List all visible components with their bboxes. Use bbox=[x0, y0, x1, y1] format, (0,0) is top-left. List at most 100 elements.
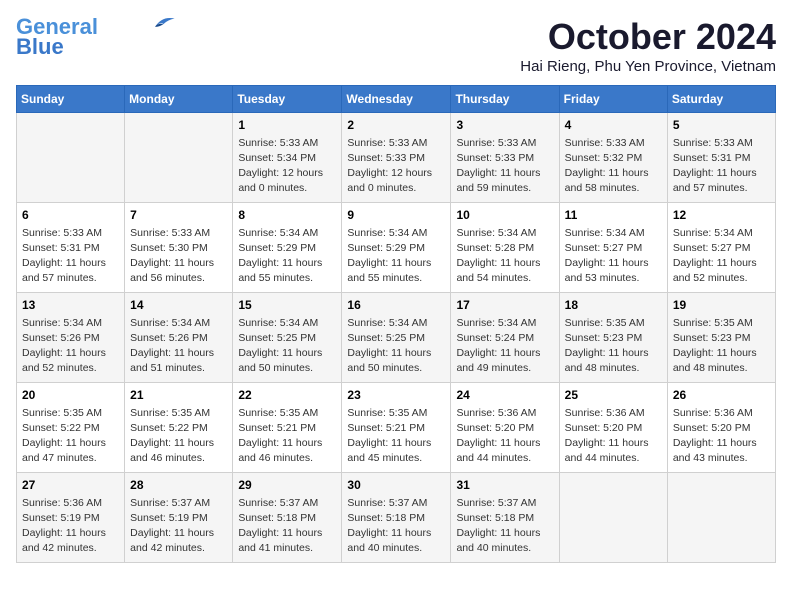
day-info: Sunrise: 5:36 AM Sunset: 5:19 PM Dayligh… bbox=[22, 496, 119, 557]
day-info: Sunrise: 5:34 AM Sunset: 5:28 PM Dayligh… bbox=[456, 226, 553, 287]
day-cell: 4 Sunrise: 5:33 AM Sunset: 5:32 PM Daylig… bbox=[559, 113, 667, 203]
day-number: 7 bbox=[130, 207, 227, 224]
day-info: Sunrise: 5:33 AM Sunset: 5:33 PM Dayligh… bbox=[456, 136, 553, 197]
day-info: Sunrise: 5:34 AM Sunset: 5:26 PM Dayligh… bbox=[22, 316, 119, 377]
logo-bird-icon bbox=[148, 13, 176, 31]
day-cell: 26 Sunrise: 5:36 AM Sunset: 5:20 PM Dayli… bbox=[667, 383, 775, 473]
day-number: 14 bbox=[130, 297, 227, 314]
day-info: Sunrise: 5:36 AM Sunset: 5:20 PM Dayligh… bbox=[456, 406, 553, 467]
calendar-body: 1 Sunrise: 5:33 AM Sunset: 5:34 PM Daylig… bbox=[17, 113, 776, 563]
day-cell: 9 Sunrise: 5:34 AM Sunset: 5:29 PM Daylig… bbox=[342, 203, 451, 293]
day-info: Sunrise: 5:35 AM Sunset: 5:21 PM Dayligh… bbox=[238, 406, 336, 467]
day-info: Sunrise: 5:35 AM Sunset: 5:22 PM Dayligh… bbox=[22, 406, 119, 467]
header-row: SundayMondayTuesdayWednesdayThursdayFrid… bbox=[17, 86, 776, 113]
day-info: Sunrise: 5:34 AM Sunset: 5:27 PM Dayligh… bbox=[673, 226, 770, 287]
location-title: Hai Rieng, Phu Yen Province, Vietnam bbox=[520, 58, 776, 75]
day-number: 21 bbox=[130, 387, 227, 404]
day-info: Sunrise: 5:37 AM Sunset: 5:18 PM Dayligh… bbox=[238, 496, 336, 557]
day-cell bbox=[559, 473, 667, 563]
day-info: Sunrise: 5:34 AM Sunset: 5:25 PM Dayligh… bbox=[238, 316, 336, 377]
day-number: 9 bbox=[347, 207, 445, 224]
day-number: 29 bbox=[238, 477, 336, 494]
header-cell-saturday: Saturday bbox=[667, 86, 775, 113]
logo-blue-text: Blue bbox=[16, 34, 64, 60]
day-number: 3 bbox=[456, 117, 553, 134]
day-cell: 19 Sunrise: 5:35 AM Sunset: 5:23 PM Dayli… bbox=[667, 293, 775, 383]
day-cell: 12 Sunrise: 5:34 AM Sunset: 5:27 PM Dayli… bbox=[667, 203, 775, 293]
header-cell-wednesday: Wednesday bbox=[342, 86, 451, 113]
day-number: 24 bbox=[456, 387, 553, 404]
header-cell-tuesday: Tuesday bbox=[233, 86, 342, 113]
day-info: Sunrise: 5:35 AM Sunset: 5:23 PM Dayligh… bbox=[673, 316, 770, 377]
day-cell bbox=[17, 113, 125, 203]
day-number: 15 bbox=[238, 297, 336, 314]
day-cell: 5 Sunrise: 5:33 AM Sunset: 5:31 PM Daylig… bbox=[667, 113, 775, 203]
day-info: Sunrise: 5:37 AM Sunset: 5:18 PM Dayligh… bbox=[456, 496, 553, 557]
week-row-2: 6 Sunrise: 5:33 AM Sunset: 5:31 PM Daylig… bbox=[17, 203, 776, 293]
day-cell: 28 Sunrise: 5:37 AM Sunset: 5:19 PM Dayli… bbox=[125, 473, 233, 563]
day-number: 4 bbox=[565, 117, 662, 134]
day-number: 22 bbox=[238, 387, 336, 404]
page-header: General Blue October 2024 Hai Rieng, Phu… bbox=[16, 16, 776, 75]
day-cell: 18Sunrise: 5:35 AM Sunset: 5:23 PM Dayli… bbox=[559, 293, 667, 383]
day-info: Sunrise: 5:37 AM Sunset: 5:19 PM Dayligh… bbox=[130, 496, 227, 557]
day-info: Sunrise: 5:35 AM Sunset: 5:21 PM Dayligh… bbox=[347, 406, 445, 467]
week-row-1: 1 Sunrise: 5:33 AM Sunset: 5:34 PM Daylig… bbox=[17, 113, 776, 203]
day-cell: 17 Sunrise: 5:34 AM Sunset: 5:24 PM Dayli… bbox=[451, 293, 559, 383]
day-cell: 20Sunrise: 5:35 AM Sunset: 5:22 PM Dayli… bbox=[17, 383, 125, 473]
day-cell: 16Sunrise: 5:34 AM Sunset: 5:25 PM Dayli… bbox=[342, 293, 451, 383]
day-cell: 29 Sunrise: 5:37 AM Sunset: 5:18 PM Dayli… bbox=[233, 473, 342, 563]
day-info: Sunrise: 5:34 AM Sunset: 5:25 PM Dayligh… bbox=[347, 316, 445, 377]
calendar-header: SundayMondayTuesdayWednesdayThursdayFrid… bbox=[17, 86, 776, 113]
day-info: Sunrise: 5:34 AM Sunset: 5:24 PM Dayligh… bbox=[456, 316, 553, 377]
day-number: 17 bbox=[456, 297, 553, 314]
day-info: Sunrise: 5:34 AM Sunset: 5:29 PM Dayligh… bbox=[238, 226, 336, 287]
header-cell-thursday: Thursday bbox=[451, 86, 559, 113]
week-row-4: 20Sunrise: 5:35 AM Sunset: 5:22 PM Dayli… bbox=[17, 383, 776, 473]
day-number: 5 bbox=[673, 117, 770, 134]
day-number: 18 bbox=[565, 297, 662, 314]
day-cell: 27 Sunrise: 5:36 AM Sunset: 5:19 PM Dayli… bbox=[17, 473, 125, 563]
day-info: Sunrise: 5:33 AM Sunset: 5:31 PM Dayligh… bbox=[673, 136, 770, 197]
day-cell: 7 Sunrise: 5:33 AM Sunset: 5:30 PM Daylig… bbox=[125, 203, 233, 293]
day-cell: 6 Sunrise: 5:33 AM Sunset: 5:31 PM Daylig… bbox=[17, 203, 125, 293]
day-number: 23 bbox=[347, 387, 445, 404]
day-info: Sunrise: 5:33 AM Sunset: 5:32 PM Dayligh… bbox=[565, 136, 662, 197]
day-info: Sunrise: 5:33 AM Sunset: 5:30 PM Dayligh… bbox=[130, 226, 227, 287]
day-number: 2 bbox=[347, 117, 445, 134]
day-cell: 21Sunrise: 5:35 AM Sunset: 5:22 PM Dayli… bbox=[125, 383, 233, 473]
day-number: 1 bbox=[238, 117, 336, 134]
day-info: Sunrise: 5:33 AM Sunset: 5:31 PM Dayligh… bbox=[22, 226, 119, 287]
day-info: Sunrise: 5:36 AM Sunset: 5:20 PM Dayligh… bbox=[673, 406, 770, 467]
day-number: 19 bbox=[673, 297, 770, 314]
day-number: 28 bbox=[130, 477, 227, 494]
title-block: October 2024 Hai Rieng, Phu Yen Province… bbox=[520, 16, 776, 75]
day-number: 27 bbox=[22, 477, 119, 494]
day-number: 8 bbox=[238, 207, 336, 224]
day-number: 13 bbox=[22, 297, 119, 314]
day-info: Sunrise: 5:34 AM Sunset: 5:29 PM Dayligh… bbox=[347, 226, 445, 287]
day-number: 10 bbox=[456, 207, 553, 224]
calendar-table: SundayMondayTuesdayWednesdayThursdayFrid… bbox=[16, 85, 776, 563]
header-cell-monday: Monday bbox=[125, 86, 233, 113]
day-cell: 30Sunrise: 5:37 AM Sunset: 5:18 PM Dayli… bbox=[342, 473, 451, 563]
day-info: Sunrise: 5:36 AM Sunset: 5:20 PM Dayligh… bbox=[565, 406, 662, 467]
day-info: Sunrise: 5:33 AM Sunset: 5:34 PM Dayligh… bbox=[238, 136, 336, 197]
week-row-5: 27 Sunrise: 5:36 AM Sunset: 5:19 PM Dayli… bbox=[17, 473, 776, 563]
day-number: 31 bbox=[456, 477, 553, 494]
day-cell bbox=[667, 473, 775, 563]
day-number: 6 bbox=[22, 207, 119, 224]
day-number: 26 bbox=[673, 387, 770, 404]
day-cell: 11 Sunrise: 5:34 AM Sunset: 5:27 PM Dayli… bbox=[559, 203, 667, 293]
week-row-3: 13 Sunrise: 5:34 AM Sunset: 5:26 PM Dayli… bbox=[17, 293, 776, 383]
day-cell: 13 Sunrise: 5:34 AM Sunset: 5:26 PM Dayli… bbox=[17, 293, 125, 383]
day-cell: 24 Sunrise: 5:36 AM Sunset: 5:20 PM Dayli… bbox=[451, 383, 559, 473]
day-number: 25 bbox=[565, 387, 662, 404]
day-cell: 8 Sunrise: 5:34 AM Sunset: 5:29 PM Daylig… bbox=[233, 203, 342, 293]
day-number: 11 bbox=[565, 207, 662, 224]
day-info: Sunrise: 5:34 AM Sunset: 5:27 PM Dayligh… bbox=[565, 226, 662, 287]
day-cell: 31 Sunrise: 5:37 AM Sunset: 5:18 PM Dayli… bbox=[451, 473, 559, 563]
day-info: Sunrise: 5:34 AM Sunset: 5:26 PM Dayligh… bbox=[130, 316, 227, 377]
day-number: 12 bbox=[673, 207, 770, 224]
day-info: Sunrise: 5:33 AM Sunset: 5:33 PM Dayligh… bbox=[347, 136, 445, 197]
